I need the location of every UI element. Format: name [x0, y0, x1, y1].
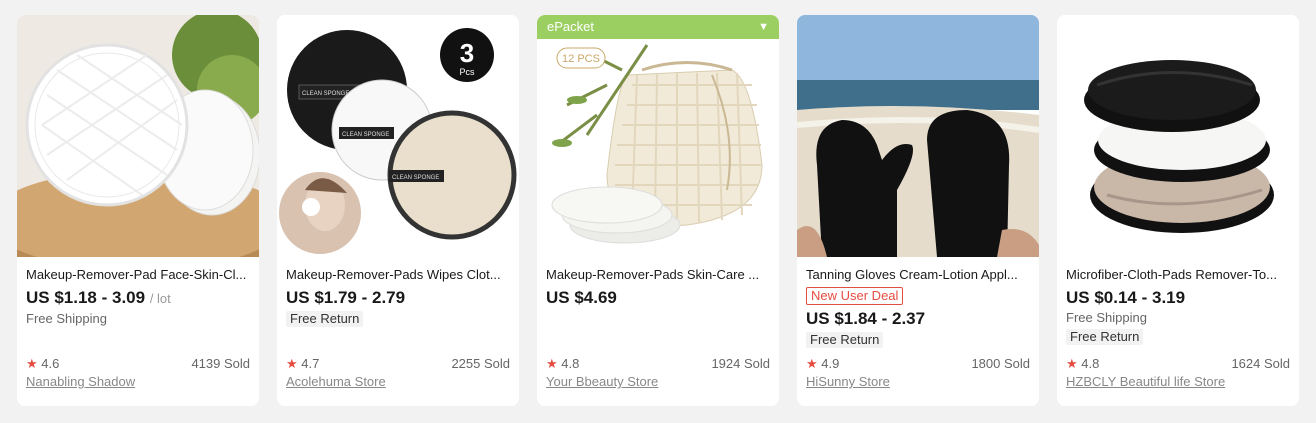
sold-count: 1800 Sold: [971, 356, 1030, 371]
product-grid: Makeup-Remover-Pad Face-Skin-Cl... US $1…: [17, 15, 1299, 406]
product-title[interactable]: Makeup-Remover-Pad Face-Skin-Cl...: [26, 266, 250, 284]
product-image[interactable]: 12 PCS ePacket ▼: [537, 15, 779, 257]
pad-label: CLEAN SPONGE: [392, 175, 439, 181]
rating-value: 4.8: [1081, 356, 1100, 371]
product-price: US $0.14 - 3.19: [1066, 288, 1186, 307]
star-icon: ★: [26, 356, 38, 371]
product-image[interactable]: CLEAN SPONGE CLEAN SPONGE CLEAN SPONGE 3…: [277, 15, 519, 257]
product-card[interactable]: Tanning Gloves Cream-Lotion Appl... New …: [797, 15, 1039, 406]
star-icon: ★: [546, 356, 558, 371]
product-title[interactable]: Makeup-Remover-Pads Wipes Clot...: [286, 266, 510, 284]
product-price: US $1.18 - 3.09 / lot: [26, 287, 250, 310]
product-image[interactable]: [1057, 15, 1299, 257]
store-link[interactable]: Acolehuma Store: [286, 374, 510, 389]
product-price: US $4.69: [546, 288, 617, 307]
star-icon: ★: [806, 356, 818, 371]
store-link[interactable]: HZBCLY Beautiful life Store: [1066, 374, 1290, 389]
product-price: US $1.84 - 2.37: [806, 309, 926, 328]
free-return-badge: Free Return: [806, 332, 884, 348]
sold-count: 4139 Sold: [191, 356, 250, 371]
sold-count: 2255 Sold: [451, 356, 510, 371]
pad-label: CLEAN SPONGE: [342, 132, 389, 138]
product-card[interactable]: CLEAN SPONGE CLEAN SPONGE CLEAN SPONGE 3…: [277, 15, 519, 406]
rating: ★ 4.6: [26, 356, 59, 372]
price-unit: / lot: [149, 291, 171, 306]
free-return-badge: Free Return: [286, 311, 364, 327]
product-image[interactable]: [17, 15, 259, 257]
product-card[interactable]: Microfiber-Cloth-Pads Remover-To... US $…: [1057, 15, 1299, 406]
rating-value: 4.7: [301, 356, 320, 371]
store-link[interactable]: HiSunny Store: [806, 374, 1030, 389]
store-link[interactable]: Nanabling Shadow: [26, 374, 250, 389]
product-card[interactable]: 12 PCS ePacket ▼ Makeup-Remover-Pads Ski…: [537, 15, 779, 406]
star-icon: ★: [286, 356, 298, 371]
product-image[interactable]: [797, 15, 1039, 257]
store-link[interactable]: Your Bbeauty Store: [546, 374, 770, 389]
sold-count: 1924 Sold: [711, 356, 770, 371]
epacket-label: ePacket: [547, 19, 594, 34]
pack-count-unit: Pcs: [459, 67, 475, 77]
rating: ★ 4.8: [1066, 356, 1099, 372]
price-value: US $1.18 - 3.09: [26, 288, 146, 307]
sold-count: 1624 Sold: [1231, 356, 1290, 371]
shipping-label: Free Shipping: [1066, 310, 1147, 325]
product-title[interactable]: Makeup-Remover-Pads Skin-Care ...: [546, 266, 770, 284]
epacket-tag[interactable]: ePacket ▼: [537, 15, 779, 39]
shipping-label: Free Shipping: [26, 311, 107, 326]
free-return-badge: Free Return: [1066, 329, 1144, 345]
pack-size-badge: 12 PCS: [562, 53, 600, 65]
product-title[interactable]: Microfiber-Cloth-Pads Remover-To...: [1066, 266, 1290, 284]
product-price: US $1.79 - 2.79: [286, 288, 406, 307]
pad-label: CLEAN SPONGE: [302, 91, 349, 97]
new-user-deal-badge: New User Deal: [806, 287, 904, 305]
chevron-down-icon[interactable]: ▼: [758, 15, 769, 39]
rating-value: 4.9: [821, 356, 840, 371]
rating: ★ 4.9: [806, 356, 839, 372]
product-card[interactable]: Makeup-Remover-Pad Face-Skin-Cl... US $1…: [17, 15, 259, 406]
rating: ★ 4.8: [546, 356, 579, 372]
rating: ★ 4.7: [286, 356, 319, 372]
star-icon: ★: [1066, 356, 1078, 371]
rating-value: 4.8: [561, 356, 580, 371]
rating-value: 4.6: [41, 356, 60, 371]
product-title[interactable]: Tanning Gloves Cream-Lotion Appl...: [806, 266, 1030, 284]
pack-count-number: 3: [460, 38, 474, 68]
